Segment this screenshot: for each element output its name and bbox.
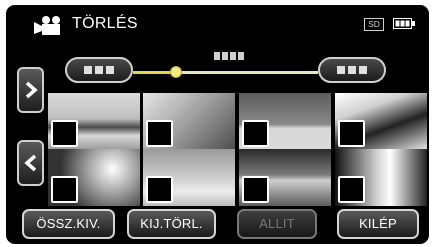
slider-start-button[interactable] xyxy=(65,57,133,83)
chevron-left-icon xyxy=(24,154,37,172)
select-checkbox[interactable] xyxy=(146,176,173,203)
select-checkbox[interactable] xyxy=(146,120,173,147)
thumbnail-7[interactable] xyxy=(239,149,331,206)
video-camera-icon xyxy=(34,16,60,35)
thumbnail-4[interactable] xyxy=(335,93,427,150)
sd-card-badge: SD xyxy=(364,18,384,31)
thumbnail-2[interactable] xyxy=(143,93,235,150)
thumbnail-1[interactable] xyxy=(48,93,140,150)
slider-track[interactable] xyxy=(133,71,318,74)
select-checkbox[interactable] xyxy=(51,120,78,147)
select-checkbox[interactable] xyxy=(242,120,269,147)
select-all-button[interactable]: ÖSSZ.KIV. xyxy=(22,209,115,239)
select-checkbox[interactable] xyxy=(338,120,365,147)
battery-icon xyxy=(393,18,415,29)
next-page-button[interactable] xyxy=(17,67,44,113)
thumbnail-3[interactable] xyxy=(239,93,331,150)
clear-selection-button[interactable]: KIJ.TÖRL. xyxy=(127,209,216,239)
page-title: TÖRLÉS xyxy=(72,15,138,32)
select-checkbox[interactable] xyxy=(51,176,78,203)
exit-button[interactable]: KILÉP xyxy=(337,209,419,239)
slider-end-button[interactable] xyxy=(318,57,386,83)
screen: TÖRLÉS SD ÖSSZ.KIV. KIJ.TÖRL. ALLIT KILÉ… xyxy=(6,5,429,244)
select-checkbox[interactable] xyxy=(338,176,365,203)
slider-thumb[interactable] xyxy=(169,66,182,78)
page-indicator xyxy=(214,52,244,60)
thumbnail-8[interactable] xyxy=(335,149,427,206)
set-button[interactable]: ALLIT xyxy=(237,209,317,239)
dots-icon xyxy=(84,66,114,74)
select-checkbox[interactable] xyxy=(242,176,269,203)
top-bar: TÖRLÉS SD xyxy=(6,5,429,42)
thumbnail-5[interactable] xyxy=(48,149,140,206)
dots-icon xyxy=(337,66,367,74)
previous-page-button[interactable] xyxy=(17,140,44,186)
thumbnail-6[interactable] xyxy=(143,149,235,206)
chevron-right-icon xyxy=(25,81,38,99)
